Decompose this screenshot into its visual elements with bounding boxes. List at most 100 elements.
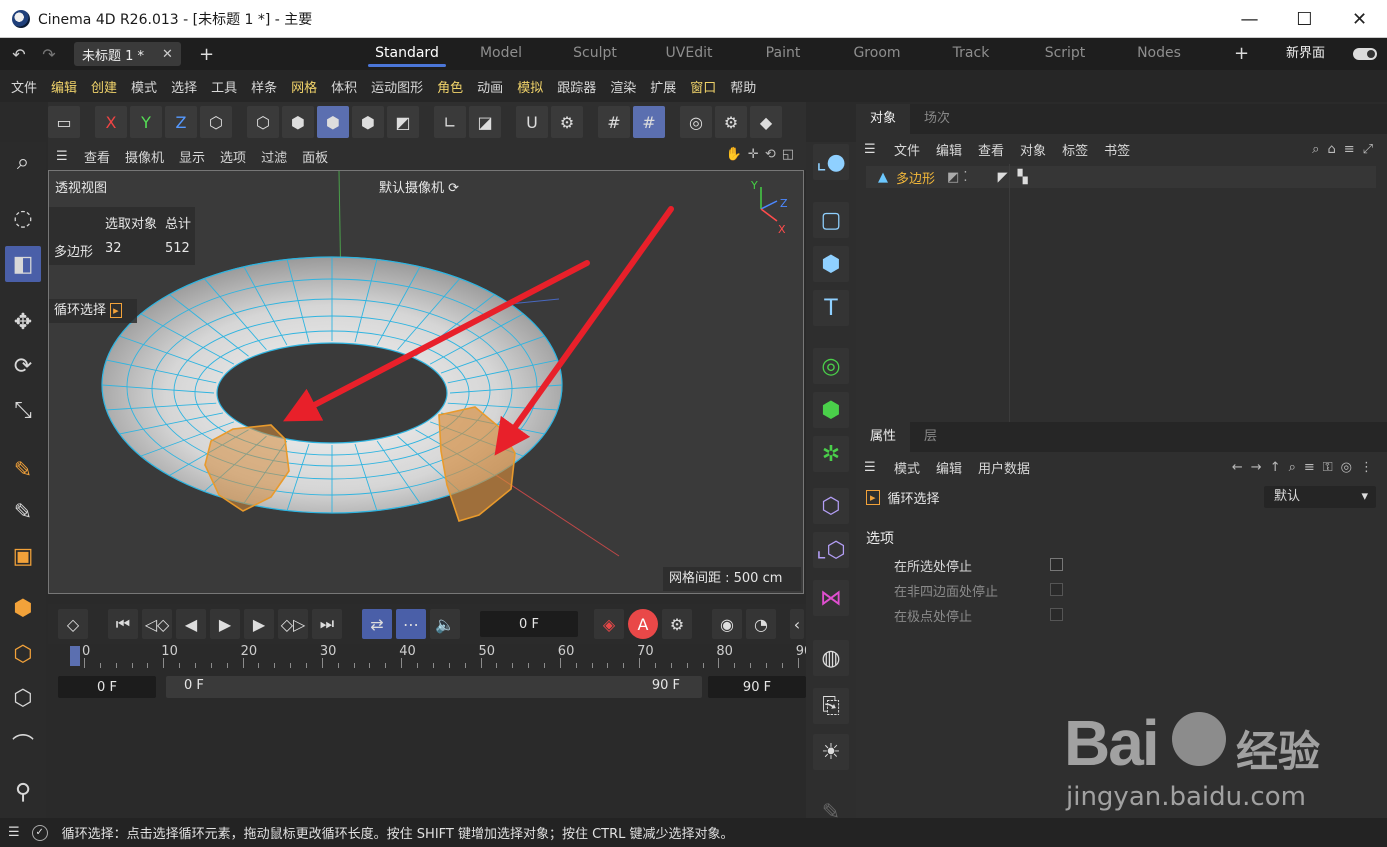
tag-phong-icon[interactable]: ◤ — [998, 170, 1008, 185]
text-spline-icon[interactable]: T — [813, 290, 849, 326]
undo-icon[interactable]: ↶ — [8, 44, 30, 64]
layout-tab-track[interactable]: Track — [924, 38, 1018, 70]
perspective-viewport[interactable]: 透视视图 默认摄像机 ⟳ Y Z X 选取对象 总计 多边形 32 512 循环… — [48, 170, 804, 594]
attribute-manager-tab-0[interactable]: 属性 — [856, 422, 911, 452]
grid-snap-icon[interactable]: # — [633, 106, 665, 138]
cube-edit-icon[interactable]: ⬡ — [5, 680, 41, 716]
key-settings-icon[interactable]: ⚙ — [662, 609, 692, 639]
floor-icon[interactable]: ⌒ — [5, 726, 41, 762]
current-frame-field[interactable]: 0 F — [480, 611, 578, 637]
zoom-search-icon[interactable]: ⌕ — [5, 144, 41, 180]
deformer-icon[interactable]: ⬡ — [813, 488, 849, 524]
timeline-ruler[interactable]: 0 10 20 30 40 50 60 70 80 90 — [48, 644, 812, 674]
viewport-menu-item-4[interactable]: 过滤 — [261, 147, 287, 166]
field-icon[interactable]: ⋈ — [813, 580, 849, 616]
workplane-icon[interactable]: # — [598, 106, 630, 138]
preset-dropdown[interactable]: 默认 ▾ — [1264, 486, 1376, 508]
auto-key-button[interactable]: A — [628, 609, 658, 639]
maximize-button[interactable]: ☐ — [1277, 0, 1332, 38]
new-interface-toggle[interactable] — [1353, 48, 1377, 60]
layout-tab-standard[interactable]: Standard — [360, 38, 454, 70]
start-frame-field[interactable]: 0 F — [58, 676, 156, 698]
document-tab[interactable]: 未标题 1 * ✕ — [74, 42, 181, 66]
prev-key-icon[interactable]: ◁◇ — [142, 609, 172, 639]
record-keyframe-icon[interactable]: ◈ — [594, 609, 624, 639]
lock-y-button[interactable]: Y — [130, 106, 162, 138]
rotate-icon[interactable]: ⟳ — [5, 348, 41, 384]
object-manager-menu-item-0[interactable]: 文件 — [894, 140, 920, 159]
object-manager-tool-icons[interactable]: ⌕⌂≡⤢ — [1312, 142, 1381, 157]
next-key-icon[interactable]: ◇▷ — [278, 609, 308, 639]
attribute-manager-menu-item-0[interactable]: 模式 — [894, 458, 920, 477]
layout-tab-nodes[interactable]: Nodes — [1112, 38, 1206, 70]
more-icon[interactable]: ‹ — [790, 609, 804, 639]
object-manager-menu-item-3[interactable]: 对象 — [1020, 140, 1046, 159]
next-frame-icon[interactable]: ▶ — [244, 609, 274, 639]
lock-rig-icon[interactable]: ⚲ — [5, 774, 41, 810]
loop-selection-icon[interactable]: ◧ — [5, 246, 41, 282]
menu-item-10[interactable]: 角色 — [430, 77, 470, 96]
prev-frame-icon[interactable]: ◀ — [176, 609, 206, 639]
menu-item-5[interactable]: 工具 — [204, 77, 244, 96]
menu-item-6[interactable]: 样条 — [244, 77, 284, 96]
coordinate-system-icon[interactable]: ⬡ — [200, 106, 232, 138]
menu-item-11[interactable]: 动画 — [470, 77, 510, 96]
loop-playback-icon[interactable]: ⇄ — [362, 609, 392, 639]
viewport-menu-item-3[interactable]: 选项 — [220, 147, 246, 166]
status-hamburger-icon[interactable]: ☰ — [8, 825, 20, 840]
rectangle-spline-icon[interactable]: ▢ — [813, 202, 849, 238]
menu-item-13[interactable]: 跟踪器 — [550, 77, 603, 96]
render-view-icon[interactable]: ◎ — [680, 106, 712, 138]
motion-path-icon[interactable]: ◔ — [746, 609, 776, 639]
environment-icon[interactable]: ◍ — [813, 640, 849, 676]
lock-z-button[interactable]: Z — [165, 106, 197, 138]
edge-mode-icon[interactable]: ⬢ — [282, 106, 314, 138]
cube-outline-icon[interactable]: ⬡ — [5, 636, 41, 672]
close-tab-icon[interactable]: ✕ — [162, 47, 173, 62]
object-manager-hamburger-icon[interactable]: ☰ — [864, 142, 882, 157]
object-workplane-icon[interactable]: ▣ — [5, 538, 41, 574]
minimize-button[interactable]: — — [1222, 0, 1277, 38]
live-selection-icon[interactable]: ◌ — [5, 200, 41, 236]
menu-item-9[interactable]: 运动图形 — [364, 77, 430, 96]
sound-icon[interactable]: 🔈 — [430, 609, 460, 639]
attribute-manager-hamburger-icon[interactable]: ☰ — [864, 460, 882, 475]
viewport-menu-item-2[interactable]: 显示 — [179, 147, 205, 166]
bend-deformer-icon[interactable]: ⌞⬡ — [813, 532, 849, 568]
object-manager-menu-item-5[interactable]: 书签 — [1104, 140, 1130, 159]
menu-item-14[interactable]: 渲染 — [603, 77, 643, 96]
menu-item-2[interactable]: 创建 — [84, 77, 124, 96]
generator-icon[interactable]: ◎ — [813, 348, 849, 384]
spline-pen-icon[interactable]: ⌞● — [813, 144, 849, 180]
camera-object-icon[interactable]: ⎘ — [813, 688, 849, 724]
menu-item-3[interactable]: 模式 — [124, 77, 164, 96]
redo-icon[interactable]: ↷ — [38, 44, 60, 64]
add-layout-icon[interactable]: + — [1234, 38, 1249, 70]
attribute-manager-menu-item-2[interactable]: 用户数据 — [978, 458, 1030, 477]
layout-tab-script[interactable]: Script — [1018, 38, 1112, 70]
close-button[interactable]: ✕ — [1332, 0, 1387, 38]
playback-rate-icon[interactable]: ⋯ — [396, 609, 426, 639]
menu-item-16[interactable]: 窗口 — [683, 77, 723, 96]
light-icon[interactable]: ☀ — [813, 734, 849, 770]
new-document-icon[interactable]: + — [199, 44, 214, 65]
model-mode-icon[interactable]: ▭ — [48, 106, 80, 138]
layout-tab-groom[interactable]: Groom — [830, 38, 924, 70]
sketch-tool-icon[interactable]: ✎ — [5, 494, 41, 530]
viewport-nav-icons[interactable]: ✋✛⟲◱ — [726, 147, 800, 162]
viewport-menu-item-1[interactable]: 摄像机 — [125, 147, 164, 166]
cloner-icon[interactable]: ⬢ — [813, 392, 849, 428]
effector-icon[interactable]: ✲ — [813, 436, 849, 472]
solo-mode-icon[interactable]: ◪ — [469, 106, 501, 138]
uv-mode-icon[interactable]: ◩ — [387, 106, 419, 138]
menu-item-17[interactable]: 帮助 — [723, 77, 763, 96]
option-checkbox-1[interactable] — [1050, 583, 1063, 596]
menu-item-12[interactable]: 模拟 — [510, 77, 550, 96]
menu-item-1[interactable]: 编辑 — [44, 77, 84, 96]
layout-tab-paint[interactable]: Paint — [736, 38, 830, 70]
polygon-mode-icon[interactable]: ⬢ — [317, 106, 349, 138]
viewport-menu-item-0[interactable]: 查看 — [84, 147, 110, 166]
attribute-manager-tab-1[interactable]: 层 — [910, 422, 951, 452]
menu-item-4[interactable]: 选择 — [164, 77, 204, 96]
object-row[interactable]: ▲ 多边形 ◩ ⁚ ◤ ▚ — [866, 166, 1376, 188]
